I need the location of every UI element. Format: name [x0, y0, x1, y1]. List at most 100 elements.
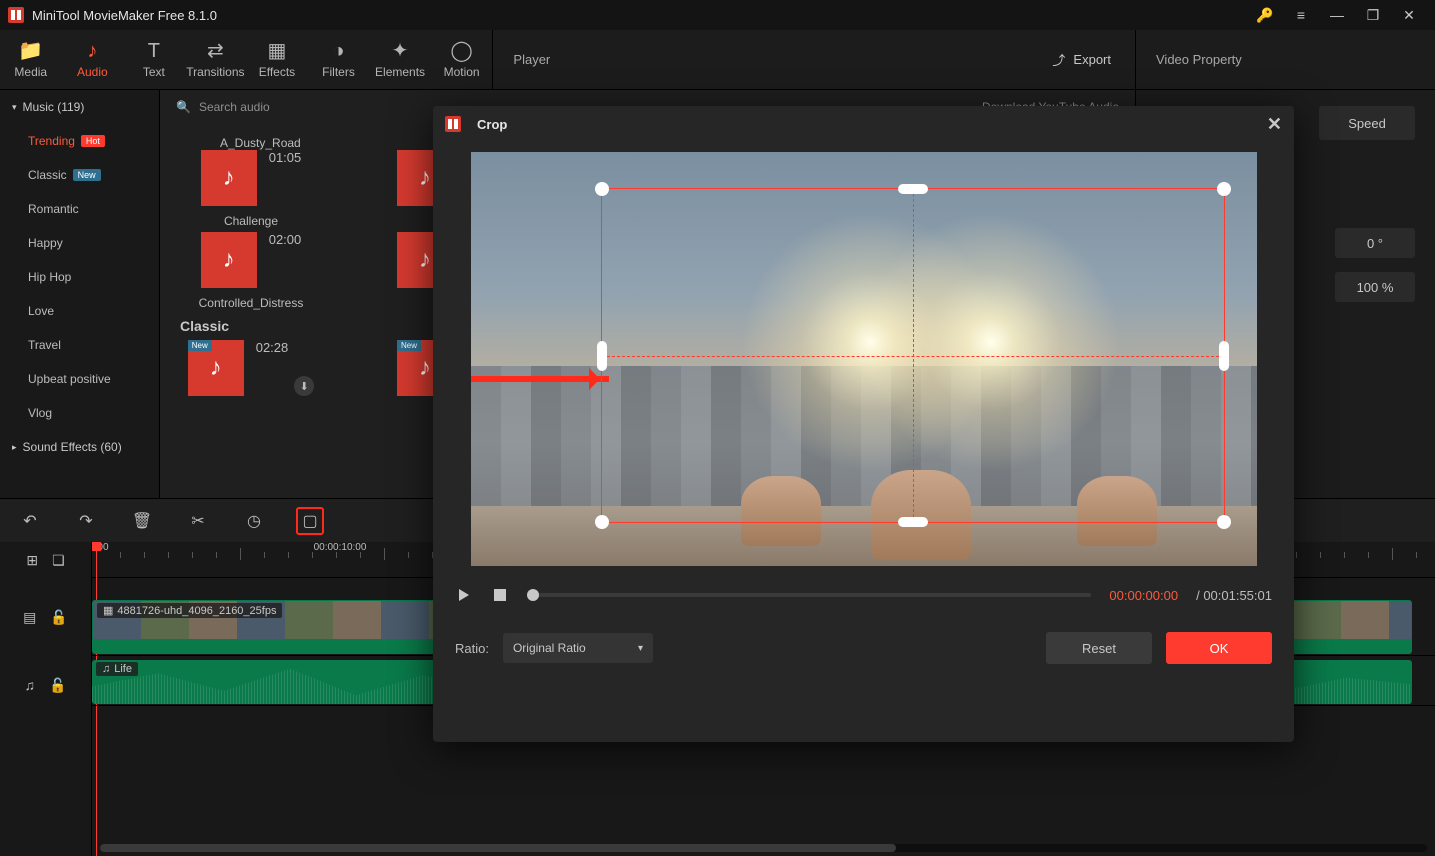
undo-button[interactable]: ↶: [16, 507, 44, 535]
tab-filters[interactable]: ◑Filters: [308, 30, 370, 89]
seek-bar[interactable]: [527, 593, 1091, 597]
category-trending[interactable]: TrendingHot: [0, 124, 159, 158]
tab-transitions[interactable]: ⇄Transitions: [185, 30, 247, 89]
play-button[interactable]: [455, 586, 473, 604]
close-icon[interactable]: ✕: [1267, 114, 1282, 135]
motion-icon: ◯: [450, 41, 472, 61]
tab-text[interactable]: TText: [123, 30, 185, 89]
effects-icon: ▦: [268, 41, 287, 61]
time-total: / 00:01:55:01: [1196, 588, 1272, 603]
search-audio-input[interactable]: Search audio: [199, 100, 270, 114]
ratio-label: Ratio:: [455, 641, 489, 656]
app-title: MiniTool MovieMaker Free 8.1.0: [32, 8, 217, 23]
crop-button[interactable]: ▢: [296, 507, 324, 535]
crop-handle-br[interactable]: [1217, 515, 1231, 529]
add-track-icon[interactable]: ⊞: [26, 552, 38, 569]
minimize-button[interactable]: —: [1319, 0, 1355, 30]
tab-effects[interactable]: ▦Effects: [246, 30, 308, 89]
new-badge: New: [188, 340, 212, 351]
category-love[interactable]: Love: [0, 294, 159, 328]
category-upbeat[interactable]: Upbeat positive: [0, 362, 159, 396]
audio-item[interactable]: ♪New 02:28 ⬇: [176, 340, 326, 396]
maximize-button[interactable]: ❐: [1355, 0, 1391, 30]
music-tile-icon: ♪New: [188, 340, 244, 396]
music-tile-icon: ♪: [201, 150, 257, 206]
speed-button[interactable]: Speed: [1319, 106, 1415, 140]
export-button[interactable]: ⤴Export: [1052, 50, 1111, 69]
category-vlog[interactable]: Vlog: [0, 396, 159, 430]
category-sound-effects[interactable]: ▸Sound Effects (60): [0, 430, 159, 464]
tab-elements[interactable]: ✦Elements: [369, 30, 431, 89]
music-note-icon: ♪: [87, 41, 97, 61]
new-badge: New: [397, 340, 421, 351]
audio-item[interactable]: ♪02:00 Controlled_Distress: [176, 232, 326, 310]
video-icon: ▦: [103, 604, 113, 617]
category-happy[interactable]: Happy: [0, 226, 159, 260]
player-panel-label: Player: [492, 30, 1052, 89]
transition-icon: ⇄: [207, 41, 224, 61]
crop-dialog: Crop ✕: [433, 106, 1294, 742]
crop-preview[interactable]: [433, 142, 1294, 576]
key-icon[interactable]: 🔑: [1247, 0, 1283, 30]
crop-dialog-title: Crop: [477, 117, 507, 132]
crop-handle-t[interactable]: [898, 184, 928, 194]
crop-handle-r[interactable]: [1219, 341, 1229, 371]
filters-icon: ◑: [332, 41, 344, 61]
layers-icon[interactable]: ❏: [52, 552, 65, 569]
music-note-icon: ♫: [102, 663, 110, 675]
tab-audio[interactable]: ♪Audio: [62, 30, 124, 89]
chevron-down-icon: ▾: [638, 643, 643, 654]
timeline-scrollbar[interactable]: [100, 844, 1427, 852]
tab-media[interactable]: 📁Media: [0, 30, 62, 89]
annotation-arrow-icon: [471, 376, 609, 382]
close-window-button[interactable]: ✕: [1391, 0, 1427, 30]
reset-button[interactable]: Reset: [1046, 632, 1152, 664]
ok-button[interactable]: OK: [1166, 632, 1272, 664]
category-hiphop[interactable]: Hip Hop: [0, 260, 159, 294]
category-music[interactable]: ▾Music (119): [0, 90, 159, 124]
crop-handle-tr[interactable]: [1217, 182, 1231, 196]
hot-badge: Hot: [81, 135, 105, 147]
music-tile-icon: ♪: [201, 232, 257, 288]
audio-item[interactable]: ♪01:05 Challenge: [176, 150, 326, 228]
titlebar: MiniTool MovieMaker Free 8.1.0 🔑 ≡ — ❐ ✕: [0, 0, 1435, 30]
rotate-input[interactable]: 0 °: [1335, 228, 1415, 258]
property-panel-label: Video Property: [1135, 30, 1435, 89]
crop-handle-l[interactable]: [597, 341, 607, 371]
scale-input[interactable]: 100 %: [1335, 272, 1415, 302]
category-classic[interactable]: ClassicNew: [0, 158, 159, 192]
download-icon[interactable]: ⬇: [294, 376, 314, 396]
cut-button[interactable]: ✂: [184, 507, 212, 535]
elements-icon: ✦: [392, 41, 409, 61]
crop-handle-bl[interactable]: [595, 515, 609, 529]
new-badge: New: [73, 169, 101, 181]
app-logo-icon: [445, 116, 461, 132]
chevron-right-icon: ▸: [12, 442, 17, 453]
lock-icon[interactable]: 🔓: [49, 677, 66, 694]
app-logo-icon: [8, 7, 24, 23]
redo-button[interactable]: ↷: [72, 507, 100, 535]
category-romantic[interactable]: Romantic: [0, 192, 159, 226]
export-icon: ⤴: [1052, 50, 1065, 69]
search-icon: 🔍: [176, 100, 191, 114]
delete-button[interactable]: 🗑: [128, 507, 156, 535]
menu-icon[interactable]: ≡: [1283, 0, 1319, 30]
stop-button[interactable]: [491, 586, 509, 604]
seek-thumb[interactable]: [527, 589, 539, 601]
video-track-icon: ▤: [23, 609, 36, 626]
crop-handle-tl[interactable]: [595, 182, 609, 196]
lock-icon[interactable]: 🔓: [50, 609, 67, 626]
crop-rectangle[interactable]: [601, 188, 1225, 523]
audio-label: A_Dusty_Road: [220, 136, 370, 150]
ratio-select[interactable]: Original Ratio ▾: [503, 633, 653, 663]
category-travel[interactable]: Travel: [0, 328, 159, 362]
tab-motion[interactable]: ◯Motion: [431, 30, 493, 89]
folder-icon: 📁: [18, 41, 43, 61]
main-tabs: 📁Media ♪Audio TText ⇄Transitions ▦Effect…: [0, 30, 1435, 90]
audio-track-icon: ♫: [25, 677, 36, 693]
text-icon: T: [148, 41, 160, 61]
speedometer-icon[interactable]: ◷: [240, 507, 268, 535]
crop-handle-b[interactable]: [898, 517, 928, 527]
chevron-down-icon: ▾: [12, 102, 17, 113]
time-current: 00:00:00:00: [1109, 588, 1178, 603]
